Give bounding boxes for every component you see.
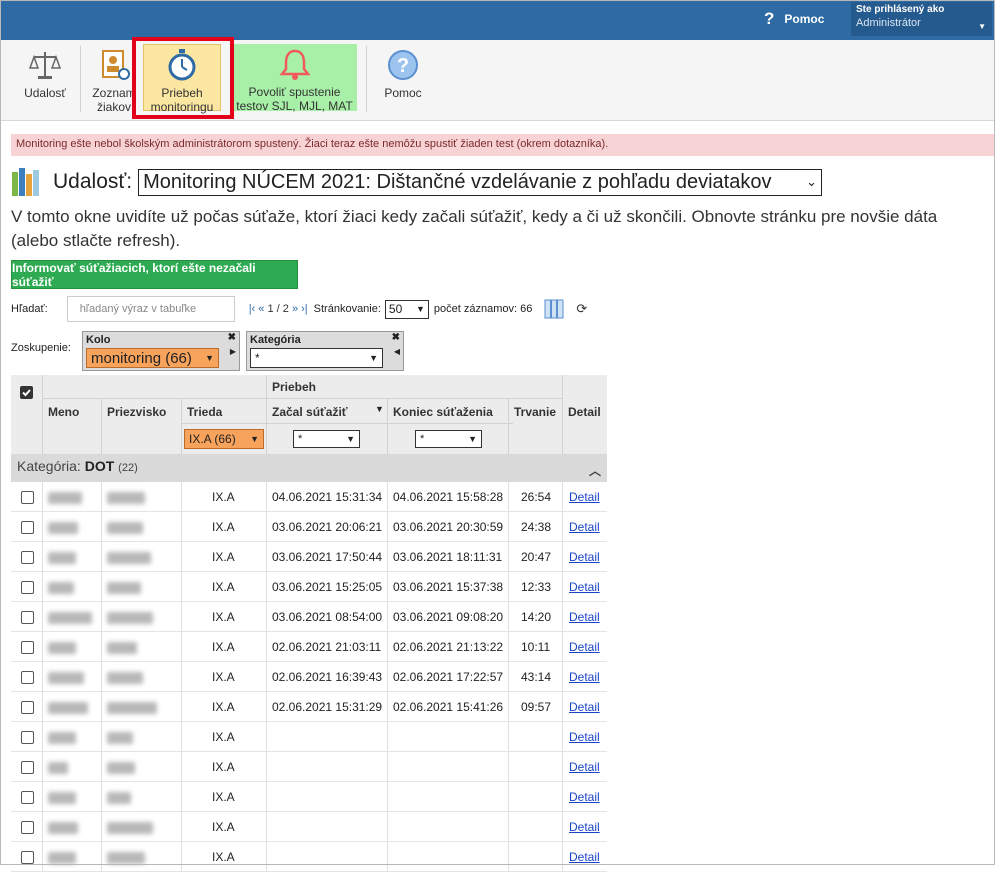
window-frame: [0, 0, 995, 865]
